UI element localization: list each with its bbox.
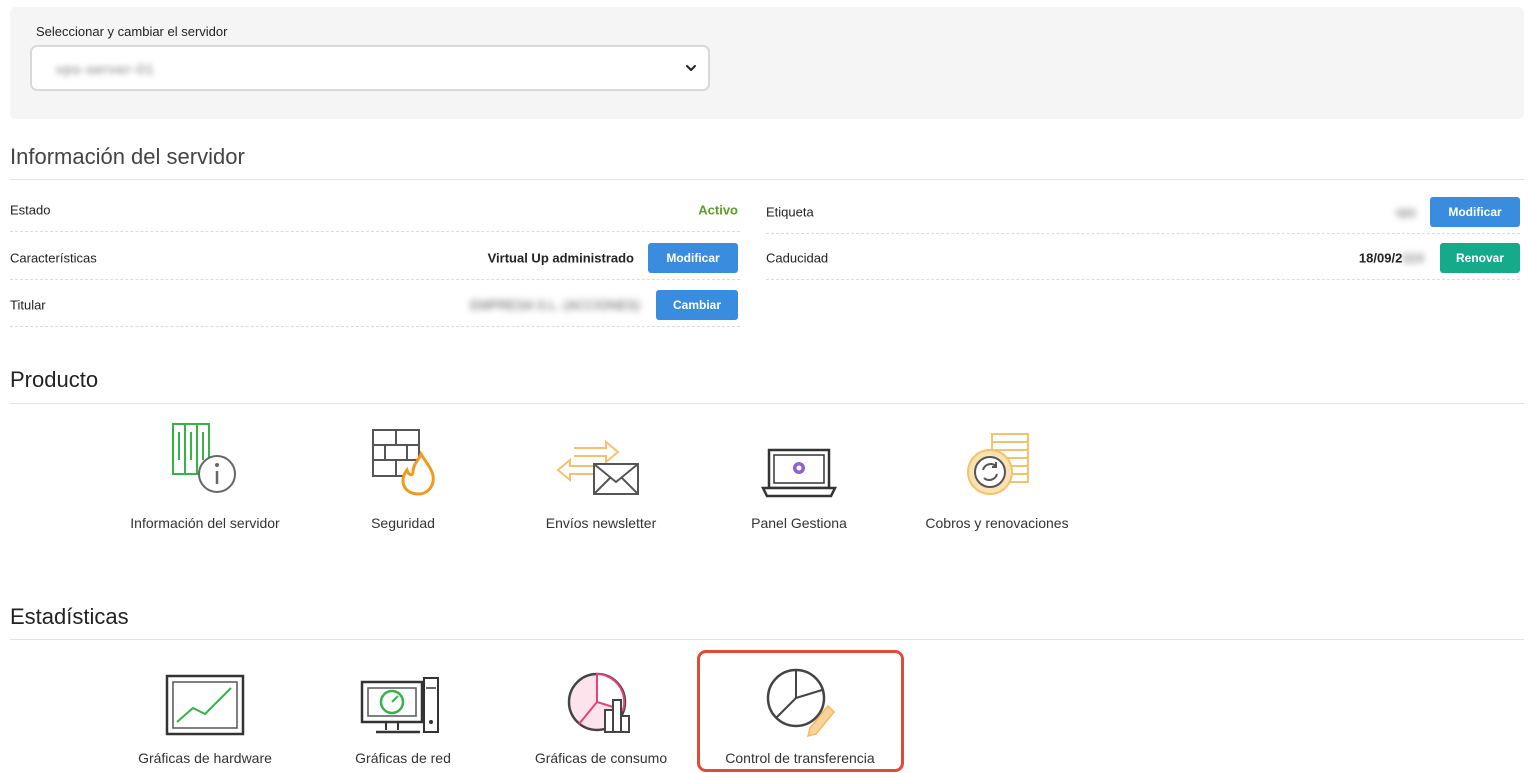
tile-newsletter-label: Envíos newsletter: [545, 515, 657, 531]
etiqueta-value: vps: [1395, 204, 1416, 219]
info-row-titular: Titular EMPRESA S.L. (ACCIONES) Cambiar: [10, 283, 740, 327]
transfer-control-highlight: [697, 650, 904, 772]
caducidad-label: Caducidad: [766, 250, 829, 265]
hardware-chart-icon: [165, 674, 245, 736]
tile-newsletter[interactable]: Envíos newsletter: [516, 420, 686, 550]
caracteristicas-value: Virtual Up administrado: [487, 250, 634, 265]
tile-security-label: Seguridad: [371, 515, 435, 531]
firewall-icon: [372, 429, 435, 496]
tile-hardware-charts[interactable]: Gráficas de hardware: [120, 656, 290, 771]
info-row-estado: Estado Activo: [10, 188, 740, 232]
server-info-title: Información del servidor: [10, 144, 245, 169]
network-chart-icon: [360, 677, 439, 734]
product-divider: [10, 403, 1524, 404]
change-owner-button[interactable]: Cambiar: [656, 289, 738, 320]
estado-label: Estado: [10, 202, 51, 217]
laptop-panel-icon: [760, 448, 838, 498]
server-select[interactable]: vps-server-01: [30, 45, 710, 91]
tile-server-info-label: Información del servidor: [130, 515, 280, 531]
tile-panel-gestiona[interactable]: Panel Gestiona: [714, 420, 884, 550]
info-row-caracteristicas: Características Virtual Up administrado …: [10, 236, 740, 280]
tile-consumption-charts-label: Gráficas de consumo: [534, 750, 668, 766]
caducidad-date: 18/09/2: [1358, 250, 1403, 265]
caracteristicas-label: Características: [10, 250, 97, 265]
tile-billing-label: Cobros y renovaciones: [925, 515, 1069, 531]
tile-consumption-charts[interactable]: Gráficas de consumo: [516, 656, 686, 771]
caducidad-value: 18/09/2024: [1359, 250, 1424, 265]
statistics-title: Estadísticas: [10, 604, 129, 629]
status-badge: Activo: [698, 202, 738, 217]
newsletter-icon: [556, 439, 639, 495]
statistics-divider: [10, 639, 1524, 640]
info-row-etiqueta: Etiqueta vps Modificar: [766, 190, 1520, 234]
server-selector-panel: Seleccionar y cambiar el servidor vps-se…: [10, 7, 1524, 119]
etiqueta-label: Etiqueta: [766, 204, 814, 219]
server-info-divider: [10, 179, 1524, 180]
server-info-icon: [172, 423, 236, 493]
titular-label: Titular: [10, 297, 46, 312]
titular-value: EMPRESA S.L. (ACCIONES): [470, 297, 640, 312]
info-row-caducidad: Caducidad 18/09/2024 Renovar: [766, 236, 1520, 280]
caducidad-date-hidden: 024: [1402, 250, 1424, 265]
tile-network-charts-label: Gráficas de red: [355, 750, 451, 766]
tile-network-charts[interactable]: Gráficas de red: [318, 656, 488, 771]
product-title: Producto: [10, 367, 99, 392]
consumption-chart-icon: [567, 672, 630, 733]
tile-server-info[interactable]: Información del servidor: [120, 420, 290, 550]
modify-label-button[interactable]: Modificar: [1430, 196, 1520, 227]
tile-hardware-charts-label: Gráficas de hardware: [138, 750, 272, 766]
tile-panel-gestiona-label: Panel Gestiona: [751, 515, 847, 531]
billing-icon: [967, 433, 1029, 495]
tile-billing[interactable]: Cobros y renovaciones: [912, 420, 1082, 550]
chevron-down-icon: [686, 65, 696, 71]
renew-button[interactable]: Renovar: [1440, 242, 1520, 273]
modify-features-button[interactable]: Modificar: [648, 242, 738, 273]
server-selector-label: Seleccionar y cambiar el servidor: [36, 24, 228, 39]
tile-security[interactable]: Seguridad: [318, 420, 488, 550]
server-select-value: vps-server-01: [56, 61, 155, 77]
